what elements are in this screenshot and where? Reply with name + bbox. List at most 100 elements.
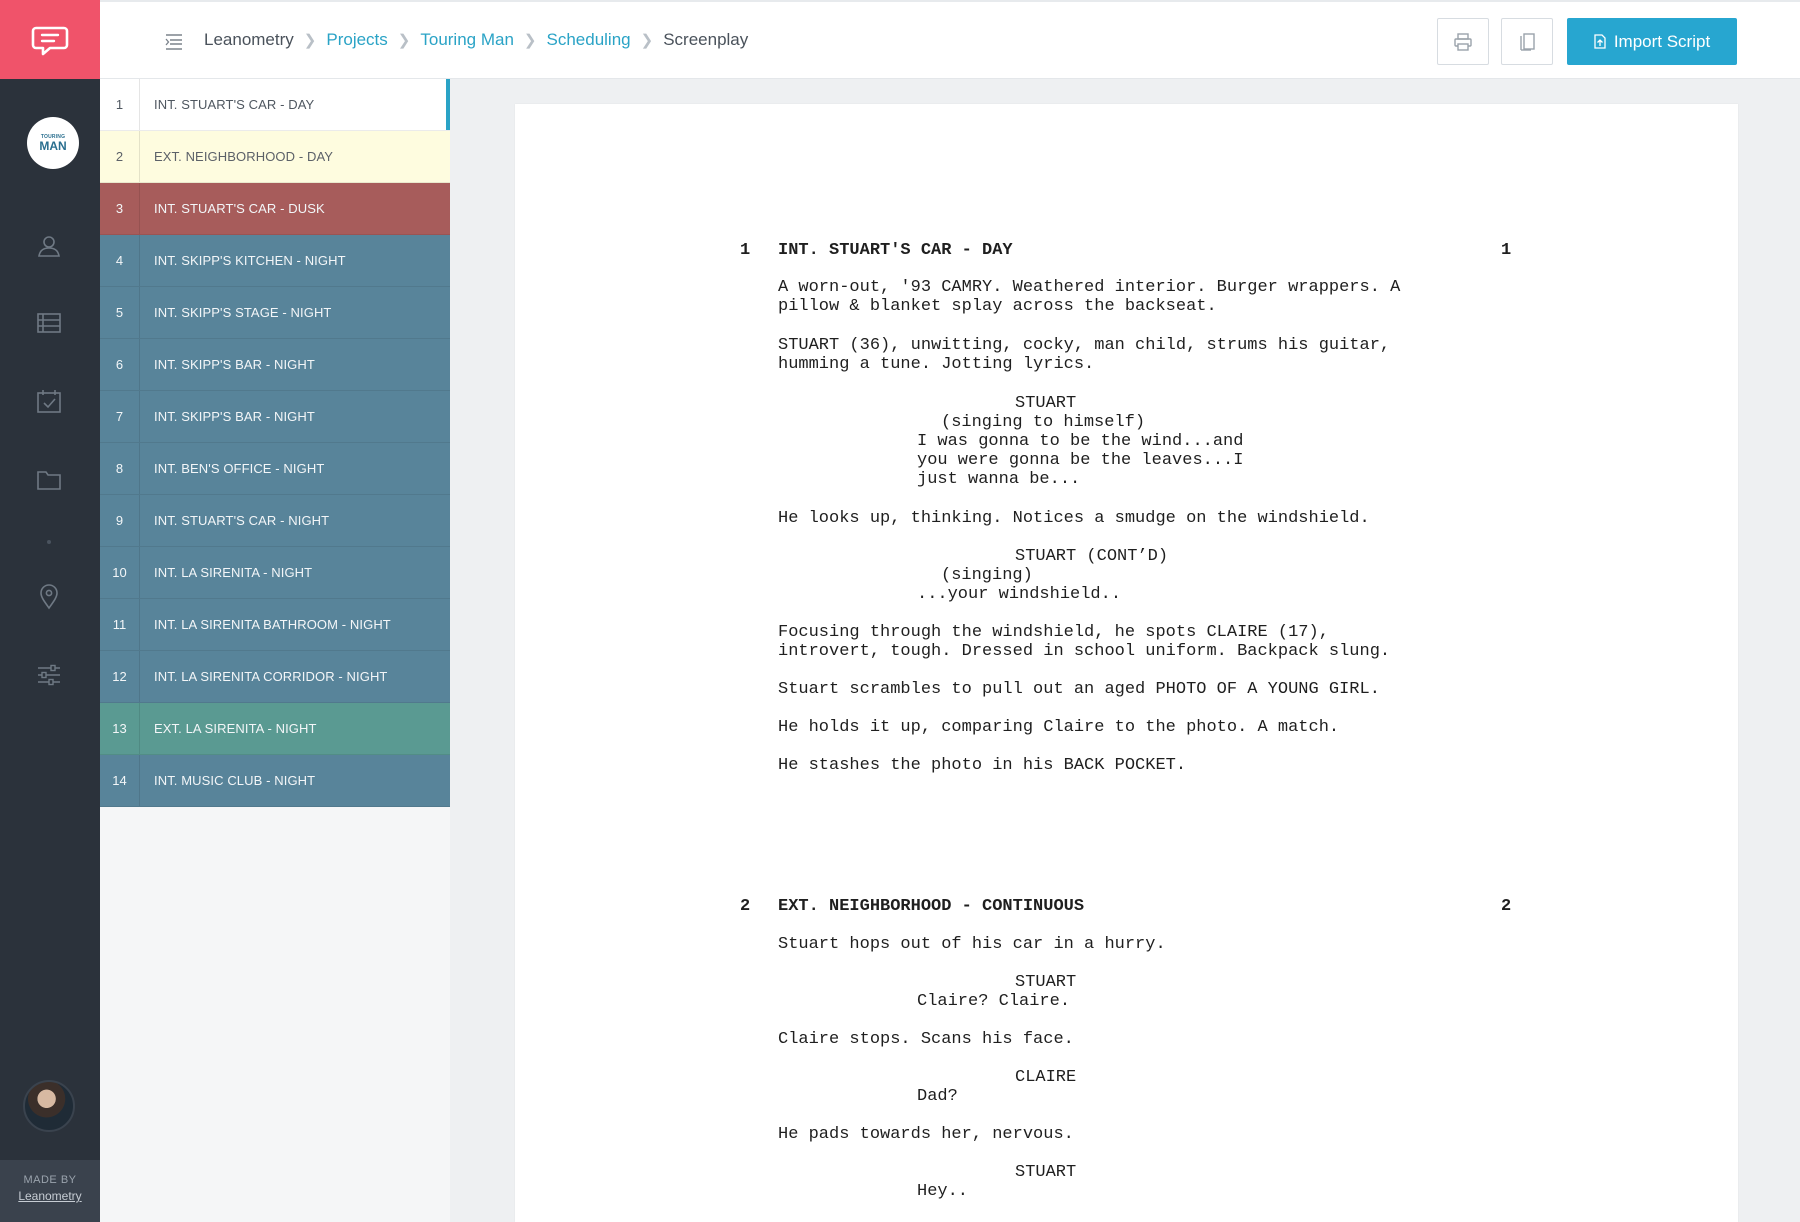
- pages-icon: [1520, 32, 1535, 51]
- breadcrumb-touring-man[interactable]: Touring Man: [420, 30, 514, 50]
- scene-label: INT. SKIPP'S BAR - NIGHT: [154, 409, 315, 424]
- breadcrumb-screenplay: Screenplay: [663, 30, 749, 49]
- printer-icon: [1454, 32, 1472, 51]
- scene-label: INT. SKIPP'S BAR - NIGHT: [154, 357, 315, 372]
- rail-divider-dot: [47, 540, 51, 544]
- breakdown-list-icon: [37, 313, 61, 333]
- app-logo[interactable]: [0, 0, 100, 79]
- action-text: A worn-out, '93 CAMRY. Weathered interio…: [778, 278, 1401, 316]
- scene-number: 10: [100, 547, 140, 598]
- nav-cast[interactable]: [34, 231, 64, 261]
- upload-file-icon: [1594, 34, 1606, 49]
- parenthetical: (singing to himself): [941, 413, 1146, 432]
- chevron-right-icon: ❯: [640, 32, 654, 49]
- dialogue: ...your windshield..: [917, 585, 1122, 604]
- scene-heading: EXT. NEIGHBORHOOD - CONTINUOUS: [778, 897, 1085, 916]
- scene-number-left: 1: [740, 241, 751, 260]
- dialogue: I was gonna to be the wind...and you wer…: [917, 432, 1244, 489]
- scene-item-6[interactable]: 6 INT. SKIPP'S BAR - NIGHT: [100, 339, 450, 391]
- scene-item-9[interactable]: 9 INT. STUART'S CAR - NIGHT: [100, 495, 450, 547]
- character-name: STUART: [1015, 973, 1077, 992]
- made-by[interactable]: MADE BY Leanometry: [0, 1160, 100, 1222]
- scene-number: 9: [100, 495, 140, 546]
- chevron-right-icon: ❯: [397, 32, 411, 49]
- scene-number: 12: [100, 651, 140, 702]
- scene-list: 1 INT. STUART'S CAR - DAY 2 EXT. NEIGHBORH…: [100, 79, 450, 1222]
- scene-label: INT. SKIPP'S KITCHEN - NIGHT: [154, 253, 346, 268]
- action-text: Claire stops. Scans his face.: [778, 1030, 1074, 1049]
- scene-number: 14: [100, 755, 140, 806]
- action-text: He pads towards her, nervous.: [778, 1125, 1074, 1144]
- import-script-button[interactable]: Import Script: [1567, 18, 1737, 65]
- scene-label: EXT. NEIGHBORHOOD - DAY: [154, 149, 334, 164]
- cast-icon: [38, 236, 60, 257]
- scene-label: EXT. LA SIRENITA - NIGHT: [154, 721, 317, 736]
- scene-number: 3: [100, 183, 140, 234]
- action-text: He looks up, thinking. Notices a smudge …: [778, 509, 1370, 528]
- character-name: STUART: [1015, 1163, 1077, 1182]
- scene-item-10[interactable]: 10 INT. LA SIRENITA - NIGHT: [100, 547, 450, 599]
- scene-item-2[interactable]: 2 EXT. NEIGHBORHOOD - DAY: [100, 131, 450, 183]
- scene-label: INT. LA SIRENITA BATHROOM - NIGHT: [154, 617, 391, 632]
- scene-item-4[interactable]: 4 INT. SKIPP'S KITCHEN - NIGHT: [100, 235, 450, 287]
- scene-item-13[interactable]: 13 EXT. LA SIRENITA - NIGHT: [100, 703, 450, 755]
- page-view-button[interactable]: [1501, 18, 1553, 65]
- chat-logo-icon: [31, 26, 69, 55]
- scene-item-3[interactable]: 3 INT. STUART'S CAR - DUSK: [100, 183, 450, 235]
- dialogue: Claire? Claire.: [917, 992, 1071, 1011]
- breadcrumb-projects[interactable]: Projects: [326, 30, 387, 50]
- scene-item-5[interactable]: 5 INT. SKIPP'S STAGE - NIGHT: [100, 287, 450, 339]
- character-name: CLAIRE: [1015, 1068, 1077, 1087]
- dialogue: Dad?: [917, 1087, 958, 1106]
- scene-heading: INT. STUART'S CAR - DAY: [778, 241, 1013, 260]
- scene-number: 13: [100, 703, 140, 754]
- screenplay-page[interactable]: 1 INT. STUART'S CAR - DAY 1 A worn-out, …: [515, 104, 1738, 1222]
- scene-number: 11: [100, 599, 140, 650]
- project-logo-large: MAN: [39, 139, 67, 153]
- nav-settings[interactable]: [34, 660, 64, 690]
- chevron-right-icon: ❯: [303, 32, 317, 49]
- action-text: Stuart scrambles to pull out an aged PHO…: [778, 680, 1380, 699]
- scene-number: 8: [100, 443, 140, 494]
- scene-label: INT. MUSIC CLUB - NIGHT: [154, 773, 316, 788]
- nav-schedule[interactable]: [34, 386, 64, 416]
- action-text: He stashes the photo in his BACK POCKET.: [778, 756, 1187, 775]
- scene-item-7[interactable]: 7 INT. SKIPP'S BAR - NIGHT: [100, 391, 450, 443]
- scene-label: INT. SKIPP'S STAGE - NIGHT: [154, 305, 332, 320]
- scene-label: INT. BEN'S OFFICE - NIGHT: [154, 461, 325, 476]
- scene-number: 5: [100, 287, 140, 338]
- user-avatar[interactable]: [23, 1080, 75, 1132]
- menu-lines-icon[interactable]: [165, 32, 187, 52]
- scene-item-1[interactable]: 1 INT. STUART'S CAR - DAY: [100, 79, 450, 131]
- scene-item-12[interactable]: 12 INT. LA SIRENITA CORRIDOR - NIGHT: [100, 651, 450, 703]
- nav-breakdown[interactable]: [34, 308, 64, 338]
- made-by-label: MADE BY: [23, 1174, 77, 1186]
- scene-label: INT. STUART'S CAR - NIGHT: [154, 513, 330, 528]
- scene-item-14[interactable]: 14 INT. MUSIC CLUB - NIGHT: [100, 755, 450, 807]
- breadcrumb-scheduling[interactable]: Scheduling: [547, 30, 631, 50]
- project-avatar[interactable]: TOURING MAN: [27, 117, 79, 169]
- top-bar: Leanometry ❯ Projects ❯ Touring Man ❯ Sc…: [100, 0, 1800, 79]
- scene-label: INT. LA SIRENITA CORRIDOR - NIGHT: [154, 669, 388, 684]
- nav-files[interactable]: [34, 464, 64, 494]
- scene-number: 7: [100, 391, 140, 442]
- scene-item-11[interactable]: 11 INT. LA SIRENITA BATHROOM - NIGHT: [100, 599, 450, 651]
- scene-number-right: 2: [1501, 897, 1512, 916]
- scene-label: INT. STUART'S CAR - DUSK: [154, 201, 325, 216]
- scene-number: 4: [100, 235, 140, 286]
- nav-locations[interactable]: [34, 582, 64, 612]
- scene-number: 1: [100, 79, 140, 130]
- chevron-right-icon: ❯: [523, 32, 537, 49]
- action-text: Stuart hops out of his car in a hurry.: [778, 935, 1166, 954]
- calendar-check-icon: [37, 390, 61, 413]
- print-button[interactable]: [1437, 18, 1489, 65]
- character-name: STUART: [1015, 394, 1077, 413]
- scene-number: 6: [100, 339, 140, 390]
- scene-number-right: 1: [1501, 241, 1512, 260]
- scene-label: INT. STUART'S CAR - DAY: [154, 97, 315, 112]
- breadcrumb-leanometry[interactable]: Leanometry: [204, 30, 294, 50]
- dialogue: Hey..: [917, 1182, 969, 1201]
- scene-item-8[interactable]: 8 INT. BEN'S OFFICE - NIGHT: [100, 443, 450, 495]
- parenthetical: (singing): [941, 566, 1033, 585]
- made-by-link[interactable]: Leanometry: [0, 1189, 100, 1203]
